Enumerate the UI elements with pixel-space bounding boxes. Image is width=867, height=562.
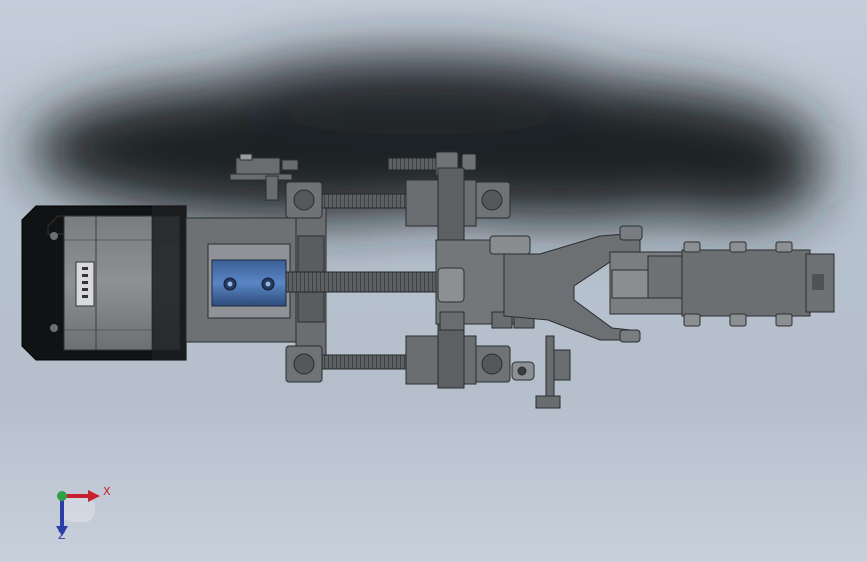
model-scene[interactable] <box>0 0 867 562</box>
z-axis-label: Z <box>58 529 66 542</box>
cad-viewport[interactable]: X Z <box>0 0 867 562</box>
shaft-coupler[interactable] <box>211 259 287 307</box>
gripper-rail[interactable] <box>681 241 835 327</box>
stepper-motor[interactable] <box>21 205 187 361</box>
axis-triad-icon: X Z <box>48 482 118 546</box>
x-axis-label: X <box>103 485 111 498</box>
limit-switch-bottom[interactable] <box>511 335 571 409</box>
